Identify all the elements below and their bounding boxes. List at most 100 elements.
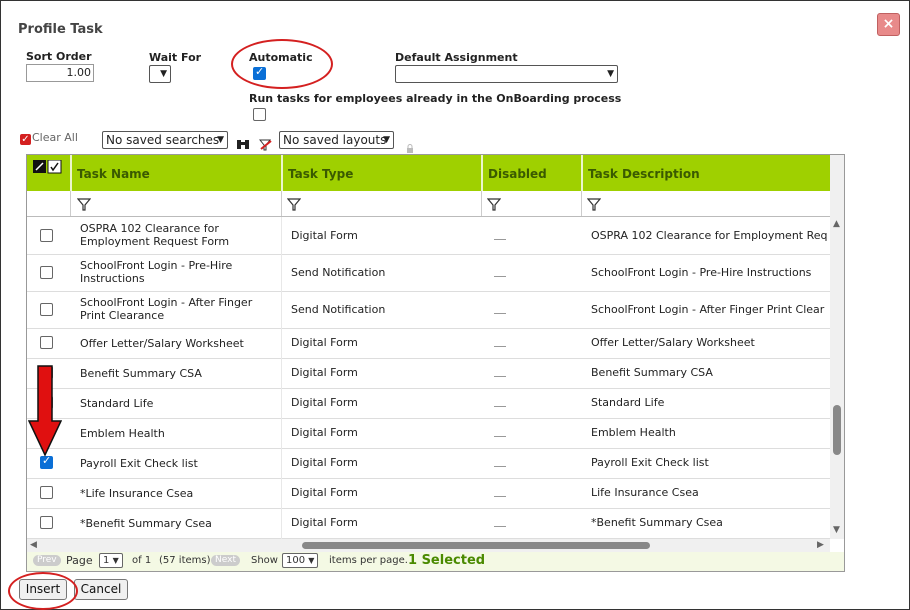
table-row[interactable]: SchoolFront Login - Pre-Hire Instruction… bbox=[27, 254, 830, 292]
task-name-cell: Standard Life bbox=[80, 397, 154, 410]
clear-filter-icon[interactable] bbox=[258, 136, 273, 155]
column-header-task-name[interactable]: Task Name bbox=[77, 167, 150, 181]
horizontal-scrollbar[interactable]: ◀ ▶ bbox=[27, 539, 830, 552]
per-page-value: 100 bbox=[286, 555, 306, 566]
header-separator bbox=[281, 155, 283, 191]
default-assignment-label: Default Assignment bbox=[395, 51, 518, 64]
row-checkbox[interactable] bbox=[40, 454, 53, 469]
next-button[interactable]: Next bbox=[211, 555, 240, 566]
page-label: Page bbox=[66, 554, 93, 567]
scroll-thumb[interactable] bbox=[833, 405, 841, 455]
task-type-cell: Digital Form bbox=[291, 486, 358, 499]
row-checkbox[interactable] bbox=[40, 516, 53, 529]
table-row[interactable]: Payroll Exit Check list Digital Form Payro… bbox=[27, 448, 830, 479]
table-row[interactable]: Emblem Health Digital Form Emblem Health bbox=[27, 418, 830, 449]
saved-layouts-value: No saved layouts bbox=[283, 133, 387, 147]
check-icon: ✓ bbox=[20, 134, 31, 145]
task-name-cell: Offer Letter/Salary Worksheet bbox=[80, 337, 244, 350]
close-icon[interactable]: × bbox=[877, 13, 900, 36]
task-type-cell: Digital Form bbox=[291, 396, 358, 409]
grid-header-scroll-gap bbox=[830, 155, 844, 217]
vertical-scrollbar[interactable]: ▲ ▼ bbox=[830, 217, 844, 539]
prev-button[interactable]: Prev bbox=[33, 555, 61, 566]
disabled-cell bbox=[494, 346, 506, 347]
column-header-disabled[interactable]: Disabled bbox=[488, 167, 547, 181]
chevron-down-icon: ▼ bbox=[112, 556, 119, 565]
row-checkbox[interactable] bbox=[40, 336, 53, 349]
clear-all-button[interactable]: ✓ Clear All bbox=[20, 131, 78, 145]
task-description-cell: SchoolFront Login - Pre-Hire Instruction… bbox=[591, 266, 812, 279]
page-of-text: of 1 bbox=[132, 555, 152, 566]
scroll-thumb[interactable] bbox=[302, 542, 650, 549]
task-name-cell: SchoolFront Login - Pre-Hire Instruction… bbox=[80, 259, 233, 285]
saved-layouts-select[interactable]: No saved layouts ▼ bbox=[279, 131, 394, 149]
clear-all-label: Clear All bbox=[32, 131, 78, 144]
task-description-cell: OSPRA 102 Clearance for Employment Req bbox=[591, 229, 828, 242]
show-label: Show bbox=[251, 555, 278, 566]
task-name-cell: *Life Insurance Csea bbox=[80, 487, 194, 500]
table-row[interactable]: Standard Life Digital Form Standard Life bbox=[27, 388, 830, 419]
row-checkbox[interactable] bbox=[40, 303, 53, 316]
scroll-right-icon[interactable]: ▶ bbox=[817, 540, 824, 550]
header-separator bbox=[70, 155, 72, 191]
per-page-label: items per page. bbox=[329, 555, 408, 566]
scroll-down-icon[interactable]: ▼ bbox=[833, 525, 840, 535]
task-type-cell: Digital Form bbox=[291, 336, 358, 349]
row-checkbox[interactable] bbox=[40, 266, 53, 279]
run-tasks-label: Run tasks for employees already in the O… bbox=[249, 92, 622, 105]
default-assignment-select[interactable]: ▼ bbox=[395, 65, 618, 83]
table-row[interactable]: OSPRA 102 Clearance for Employment Reque… bbox=[27, 217, 830, 255]
table-row[interactable]: SchoolFront Login - After Finger Print C… bbox=[27, 291, 830, 329]
table-row[interactable]: Benefit Summary CSA Digital Form Benefit S… bbox=[27, 358, 830, 389]
items-count-text: (57 items) bbox=[159, 555, 211, 566]
disabled-cell bbox=[494, 496, 506, 497]
binoculars-icon[interactable] bbox=[236, 135, 250, 154]
sort-order-input[interactable]: 1.00 bbox=[26, 64, 94, 82]
table-row[interactable]: *Benefit Summary Csea Digital Form *Benefi… bbox=[27, 508, 830, 539]
task-description-cell: Offer Letter/Salary Worksheet bbox=[591, 336, 755, 349]
filter-icon[interactable] bbox=[76, 196, 92, 215]
grid-rows: OSPRA 102 Clearance for Employment Reque… bbox=[27, 217, 830, 539]
task-type-cell: Send Notification bbox=[291, 303, 386, 316]
task-type-cell: Digital Form bbox=[291, 426, 358, 439]
filter-icon[interactable] bbox=[286, 196, 302, 215]
per-page-select[interactable]: 100 ▼ bbox=[282, 553, 319, 568]
task-name-cell: Payroll Exit Check list bbox=[80, 457, 198, 470]
annotation-arrow-icon bbox=[28, 365, 62, 457]
task-type-cell: Digital Form bbox=[291, 229, 358, 242]
table-row[interactable]: Offer Letter/Salary Worksheet Digital For… bbox=[27, 328, 830, 359]
filter-icon[interactable] bbox=[586, 196, 602, 215]
column-header-task-type[interactable]: Task Type bbox=[288, 167, 353, 181]
scroll-up-icon[interactable]: ▲ bbox=[833, 219, 840, 229]
saved-searches-select[interactable]: No saved searches ▼ bbox=[102, 131, 228, 149]
column-toggle-icon[interactable] bbox=[33, 159, 63, 178]
disabled-cell bbox=[494, 239, 506, 240]
saved-searches-value: No saved searches bbox=[106, 133, 220, 147]
row-checkbox[interactable] bbox=[40, 229, 53, 242]
table-row[interactable]: *Life Insurance Csea Digital Form Life Ins… bbox=[27, 478, 830, 509]
run-tasks-checkbox[interactable] bbox=[253, 108, 266, 121]
scroll-left-icon[interactable]: ◀ bbox=[30, 540, 37, 550]
disabled-cell bbox=[494, 406, 506, 407]
column-header-task-description[interactable]: Task Description bbox=[588, 167, 700, 181]
chevron-down-icon: ▼ bbox=[160, 69, 167, 79]
header-separator bbox=[481, 155, 483, 191]
task-description-cell: Emblem Health bbox=[591, 426, 676, 439]
wait-for-select[interactable]: ▼ bbox=[149, 65, 171, 83]
task-description-cell: Life Insurance Csea bbox=[591, 486, 699, 499]
page-select[interactable]: 1 ▼ bbox=[99, 553, 123, 568]
row-checkbox[interactable] bbox=[40, 486, 53, 499]
wait-for-label: Wait For bbox=[149, 51, 202, 64]
column-separator bbox=[281, 217, 282, 539]
pager: Prev Page 1 ▼ of 1 (57 items) Next Show … bbox=[27, 552, 844, 571]
filter-icon[interactable] bbox=[486, 196, 502, 215]
cancel-button[interactable]: Cancel bbox=[74, 579, 128, 600]
disabled-cell bbox=[494, 313, 506, 314]
disabled-cell bbox=[494, 276, 506, 277]
task-grid: Task Name Task Type Disabled Task Descri… bbox=[26, 154, 845, 572]
task-type-cell: Digital Form bbox=[291, 366, 358, 379]
task-description-cell: *Benefit Summary Csea bbox=[591, 516, 723, 529]
selected-count: 1 Selected bbox=[408, 553, 486, 568]
header-separator bbox=[581, 155, 583, 191]
chevron-down-icon: ▼ bbox=[383, 135, 390, 145]
